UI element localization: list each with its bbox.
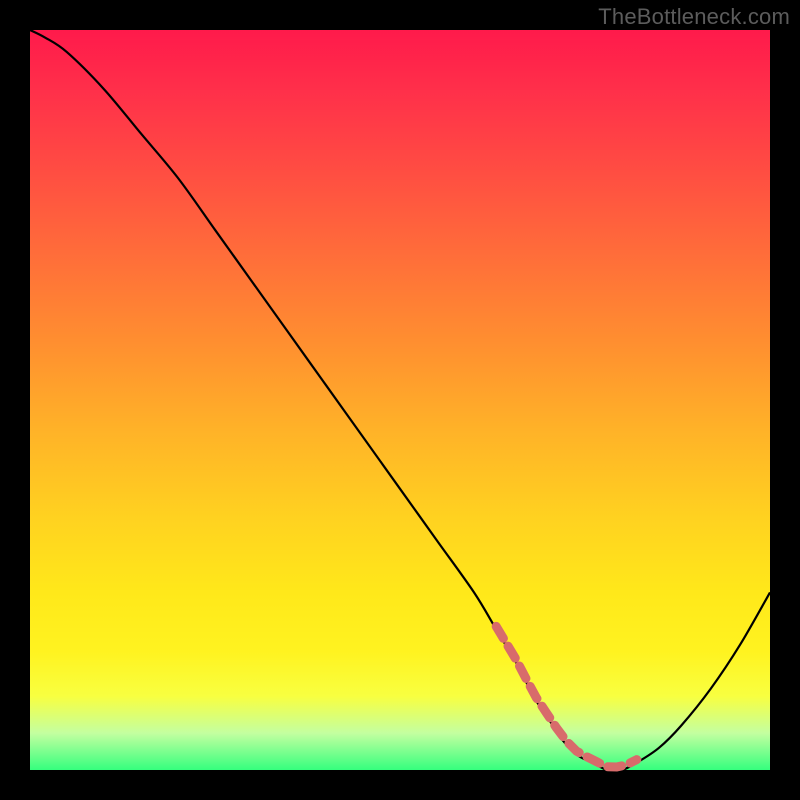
chart-frame: TheBottleneck.com — [0, 0, 800, 800]
curve-svg — [30, 30, 770, 770]
trough-marker-band — [496, 626, 637, 767]
plot-area — [30, 30, 770, 770]
watermark-text: TheBottleneck.com — [598, 4, 790, 30]
bottleneck-curve — [30, 30, 770, 771]
